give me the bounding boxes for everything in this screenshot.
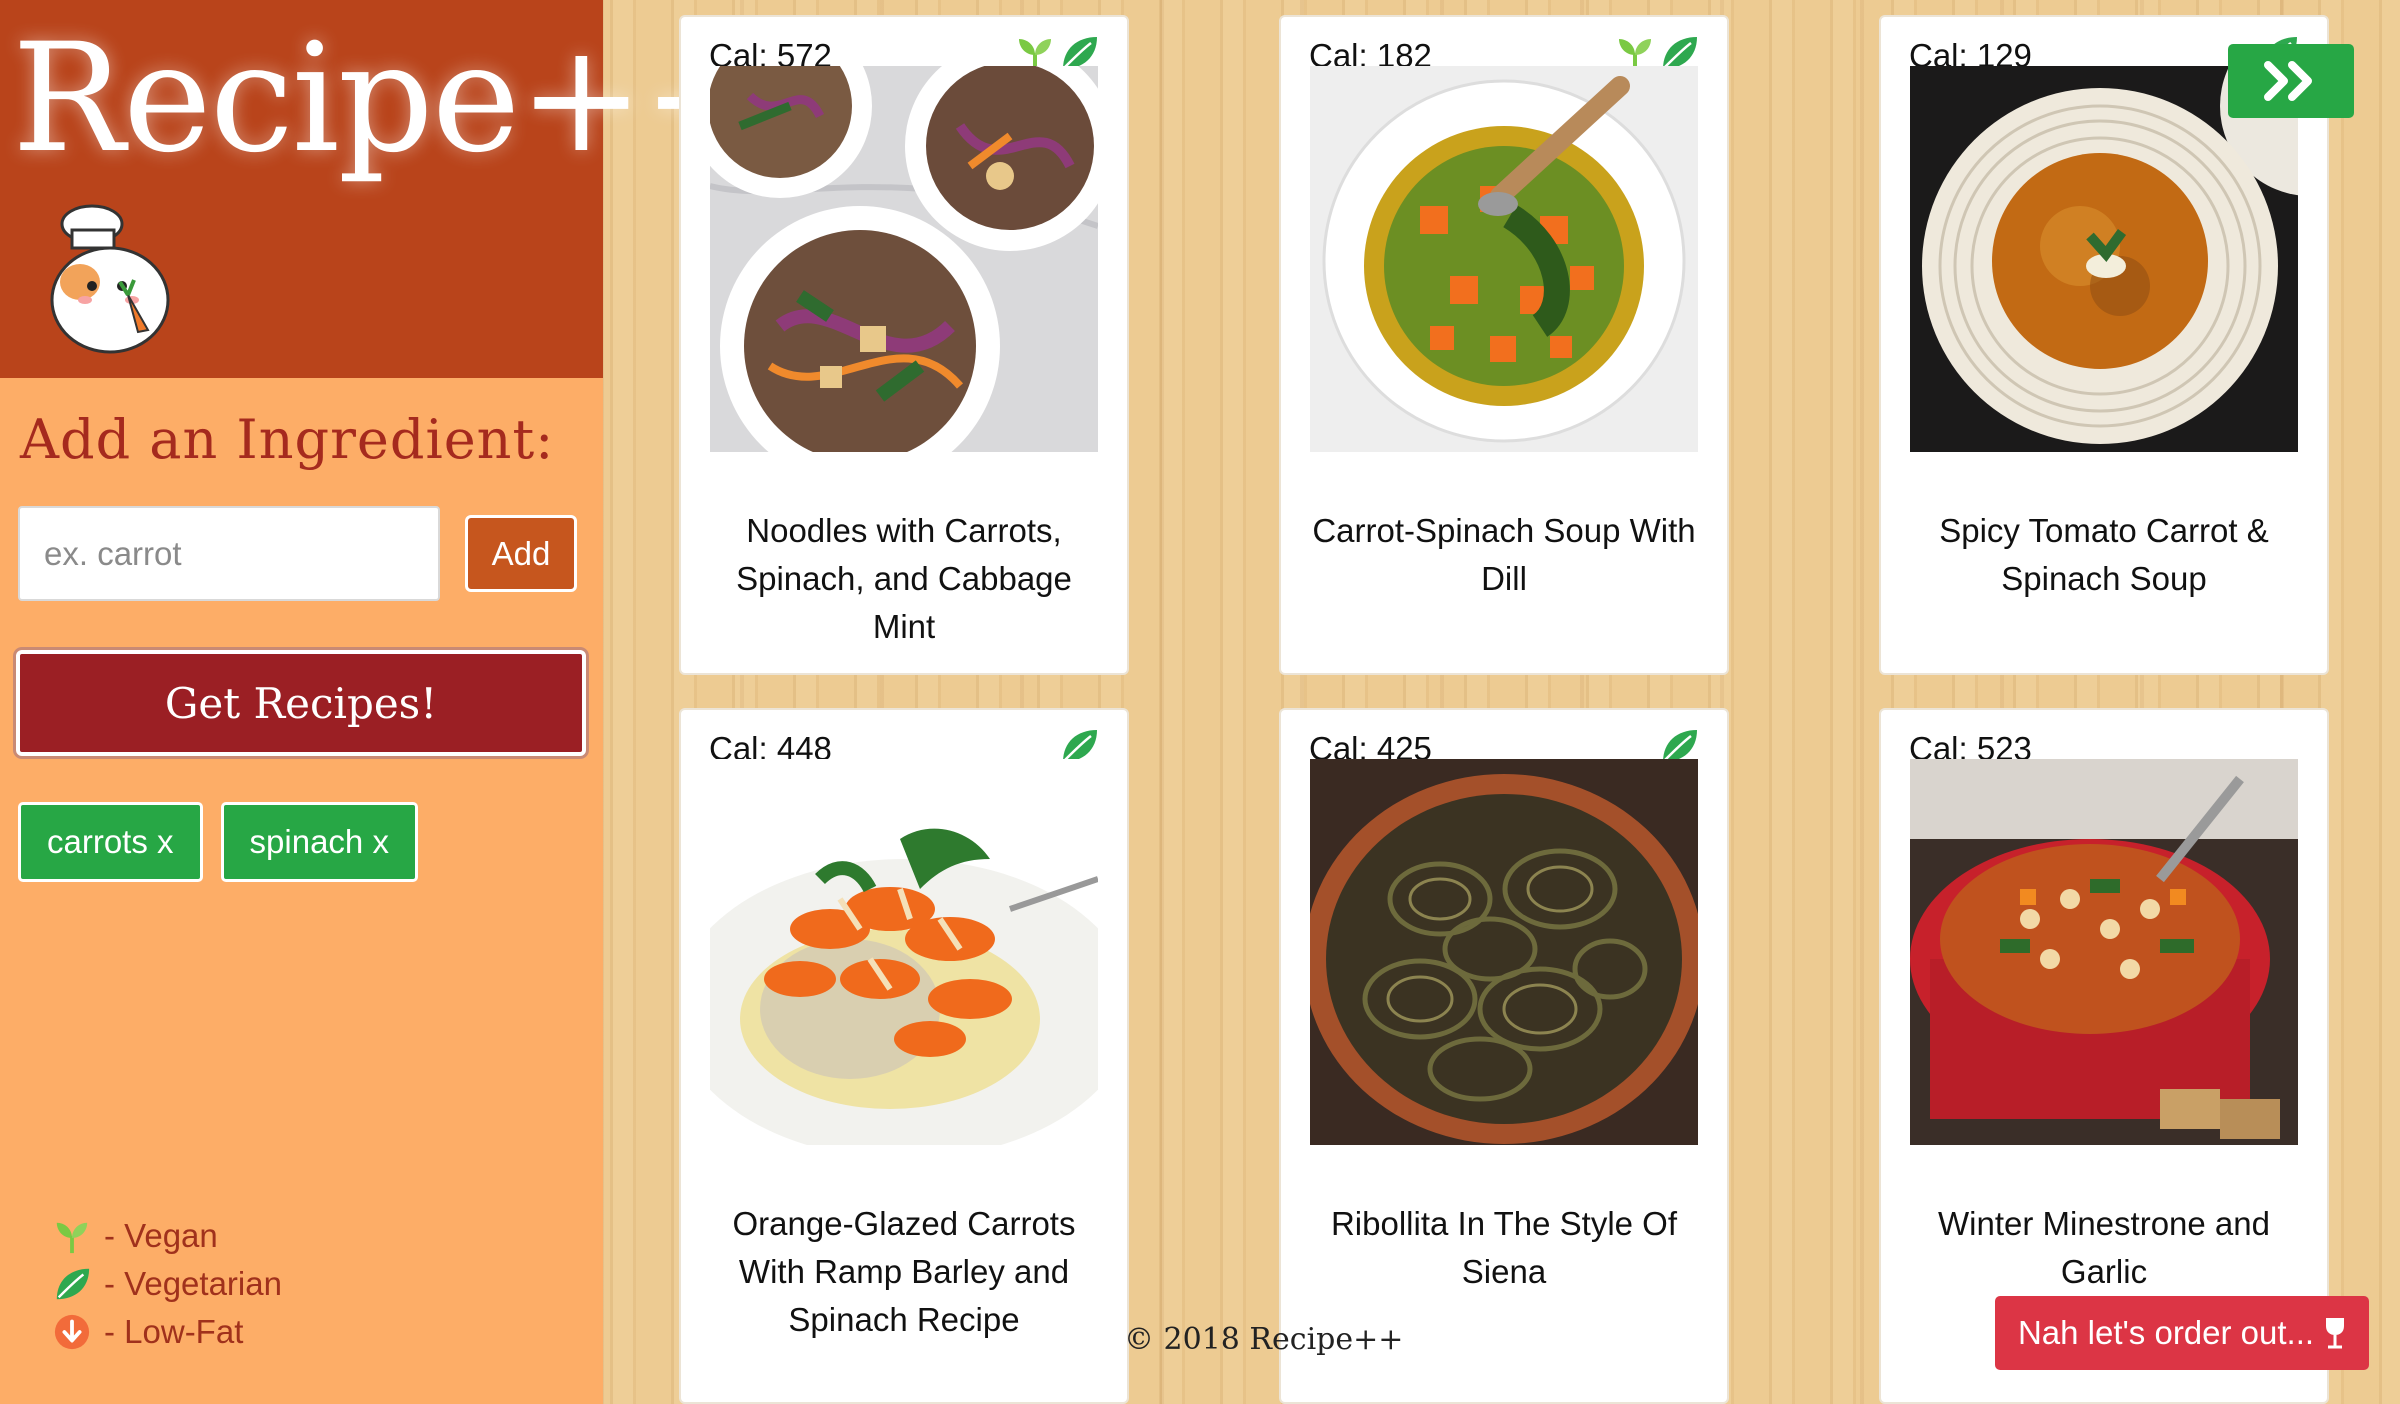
recipe-title[interactable]: Winter Minestrone and Garlic: [1911, 1200, 2297, 1296]
recipe-title[interactable]: Noodles with Carrots, Spinach, and Cabba…: [711, 507, 1097, 651]
recipe-title[interactable]: Carrot-Spinach Soup With Dill: [1311, 507, 1697, 603]
next-page-button[interactable]: [2228, 44, 2354, 118]
recipe-title[interactable]: Ribollita In The Style Of Siena: [1311, 1200, 1697, 1296]
legend-row-vegetarian: - Vegetarian: [52, 1260, 282, 1308]
noodle-bowls-photo: [710, 66, 1098, 452]
recipe-title[interactable]: Spicy Tomato Carrot & Spinach Soup: [1911, 507, 2297, 603]
recipe-card[interactable]: Cal: 448 Orange-Glazed Carrots With Ramp: [679, 708, 1129, 1404]
add-ingredient-heading: Add an Ingredient:: [20, 408, 555, 471]
wine-glass-icon: [2326, 1318, 2345, 1349]
ribollita-pot-photo: [1310, 759, 1698, 1145]
hamster-chef-mascot-icon: [50, 204, 170, 354]
ingredient-chip-carrots[interactable]: carrots x: [18, 802, 203, 882]
ingredient-chip-spinach[interactable]: spinach x: [220, 802, 418, 882]
legend-row-vegan: - Vegan: [52, 1212, 282, 1260]
vegetarian-leaf-icon: [52, 1264, 92, 1304]
diet-legend: - Vegan - Vegetarian - Low-Fat: [52, 1212, 282, 1356]
recipe-card[interactable]: Cal: 572 Noodles with Carrots, Spinach,: [679, 15, 1129, 675]
sidebar: Recipe++ Add an Ingredient: Add Get Reci…: [0, 0, 768, 1404]
glazed-carrots-photo: [710, 759, 1098, 1145]
add-ingredient-button[interactable]: Add: [465, 515, 577, 592]
app-logo-title: Recipe++: [12, 12, 768, 186]
ingredient-input[interactable]: [18, 506, 440, 601]
vegan-sprout-icon: [52, 1216, 92, 1256]
recipe-card[interactable]: Cal: 182 Carrot-Spinach Soup With Dill: [1279, 15, 1729, 675]
order-out-button[interactable]: Nah let's order out...: [1995, 1296, 2369, 1370]
footer-copyright: © 2018 Recipe++: [1124, 1322, 1404, 1357]
legend-label-vegan: - Vegan: [104, 1217, 218, 1254]
low-fat-arrow-icon: [52, 1312, 92, 1352]
legend-label-vegetarian: - Vegetarian: [104, 1265, 282, 1302]
ingredient-chips: carrots x spinach x: [18, 802, 418, 882]
legend-row-low-fat: - Low-Fat: [52, 1308, 282, 1356]
brand-header: Recipe++: [0, 0, 768, 378]
order-out-label: Nah let's order out...: [2017, 1314, 2315, 1351]
recipe-title[interactable]: Orange-Glazed Carrots With Ramp Barley a…: [711, 1200, 1097, 1344]
double-chevron-right-icon: [2264, 61, 2312, 101]
recipe-card[interactable]: Cal: 425 Ribollita In The Style Of Siena: [1279, 708, 1729, 1404]
get-recipes-button[interactable]: Get Recipes!: [16, 650, 586, 756]
carrot-spinach-soup-photo: [1310, 66, 1698, 452]
legend-label-low-fat: - Low-Fat: [104, 1313, 244, 1350]
tomato-soup-plate-photo: [1910, 66, 2298, 452]
minestrone-pot-photo: [1910, 759, 2298, 1145]
